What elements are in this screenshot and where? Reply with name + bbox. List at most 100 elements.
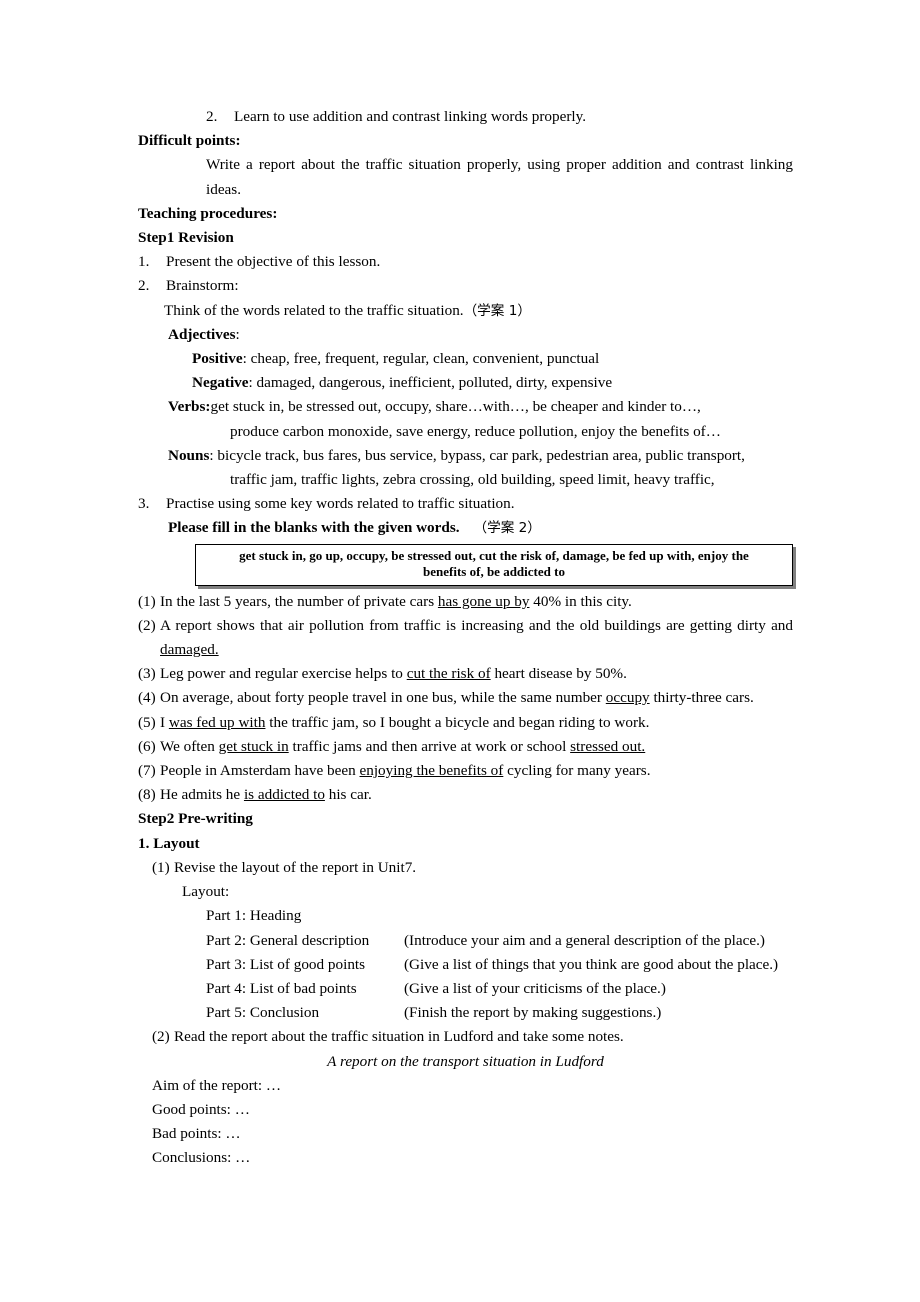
verbs-row: Verbs: get stuck in, be stressed out, oc…: [138, 395, 793, 419]
layout-part-name: Part 5: Conclusion: [206, 1004, 320, 1022]
layout-part-name: Part 4: List of bad points: [206, 979, 357, 997]
layout-part-name: Part 2: General description: [206, 931, 370, 949]
exercise-text-post: 40% in this city.: [529, 592, 632, 610]
word-bank-line-2: benefits of, be addicted to: [423, 564, 565, 580]
exercise-text-post: his car.: [324, 786, 372, 804]
nouns-label: Nouns: [168, 446, 210, 464]
exercise-item: (3) Leg power and regular exercise helps …: [138, 662, 793, 686]
exercise-item: (6) We often get stuck in traffic jams an…: [138, 735, 793, 759]
list-item-number: (2): [152, 1028, 170, 1046]
list-item-number: 2.: [138, 277, 150, 295]
positive-value: : cheap, free, frequent, regular, clean,…: [242, 350, 600, 368]
exercise-list: (1) In the last 5 years, the number of pr…: [138, 590, 793, 808]
verbs-value-line1: get stuck in, be stressed out, occupy, s…: [210, 398, 701, 416]
word-bank-box: get stuck in, go up, occupy, be stressed…: [195, 543, 793, 586]
list-item-number: 2.: [206, 108, 218, 125]
layout-part-description: (Finish the report by making suggestions…: [404, 1004, 662, 1022]
report-note-line: Bad points: …: [152, 1125, 241, 1143]
list-item-text: Revise the layout of the report in Unit7…: [174, 858, 417, 876]
brainstorm-subline-cjk: （学案 1）: [463, 302, 531, 319]
exercise-number: (1): [138, 592, 156, 610]
list-item-text: Learn to use addition and contrast linki…: [234, 108, 587, 125]
positive-label: Positive: [192, 350, 243, 368]
exercise-text: In the last 5 years, the number of priva…: [160, 590, 793, 614]
fill-blanks-instruction: Please fill in the blanks with the given…: [168, 519, 460, 537]
exercise-answer: is addicted to: [243, 786, 325, 804]
list-item-number: 3.: [138, 495, 150, 513]
difficult-points-body: Write a report about the traffic situati…: [206, 156, 793, 198]
exercise-text-pre: He admits he: [160, 786, 244, 804]
teaching-procedures-heading: Teaching procedures:: [138, 204, 278, 222]
exercise-text-post: cycling for many years.: [503, 762, 651, 780]
exercise-answer: has gone up by: [437, 592, 530, 610]
negative-row: Negative: damaged, dangerous, inefficien…: [138, 371, 793, 395]
layout-part-name: Part 1: Heading: [206, 907, 302, 925]
report-title: A report on the transport situation in L…: [327, 1052, 604, 1070]
report-note-line: Aim of the report: …: [152, 1076, 282, 1094]
exercise-text-pre: We often: [160, 737, 219, 755]
list-item-text: Present the objective of this lesson.: [166, 253, 381, 271]
step1-item-2: 2. Brainstorm:: [138, 274, 793, 298]
layout-part-description: (Give a list of things that you think ar…: [404, 955, 779, 973]
exercise-item: (7) People in Amsterdam have been enjoyin…: [138, 759, 793, 783]
exercise-number: (2): [138, 616, 156, 634]
exercise-number: (5): [138, 713, 156, 731]
nouns-row: Nouns: bicycle track, bus fares, bus ser…: [138, 444, 793, 468]
exercise-text: Leg power and regular exercise helps to …: [160, 662, 793, 686]
layout-part: Part 5: Conclusion (Finish the report by …: [138, 1001, 793, 1025]
document-page: 2. Learn to use addition and contrast li…: [0, 0, 920, 1302]
brainstorm-subline: Think of the words related to the traffi…: [138, 299, 793, 323]
step1-heading: Step1 Revision: [138, 229, 234, 247]
positive-row: Positive: cheap, free, frequent, regular…: [138, 347, 793, 371]
exercise-text: I was fed up with the traffic jam, so I …: [160, 711, 793, 735]
exercise-text: People in Amsterdam have been enjoying t…: [160, 759, 793, 783]
exercise-number: (6): [138, 737, 156, 755]
exercise-number: (8): [138, 786, 156, 804]
exercise-text-pre: A report shows that air pollution from t…: [160, 616, 793, 634]
exercise-item: (2) A report shows that air pollution fro…: [138, 614, 793, 662]
nouns-value-line1: : bicycle track, bus fares, bus service,…: [209, 446, 745, 464]
exercise-text-pre: I: [160, 713, 169, 731]
exercise-number: (3): [138, 665, 156, 683]
exercise-item: (1) In the last 5 years, the number of pr…: [138, 590, 793, 614]
verbs-value-line2: produce carbon monoxide, save energy, re…: [230, 422, 721, 440]
step2-section1-heading: 1. Layout: [138, 834, 200, 852]
report-note-line: Conclusions: …: [152, 1149, 251, 1167]
report-notes-list: Aim of the report: … Good points: … Bad po…: [138, 1074, 793, 1171]
exercise-text-post: thirty-three cars.: [649, 689, 754, 707]
difficult-points-heading: Difficult points:: [138, 132, 241, 150]
brainstorm-subline-text: Think of the words related to the traffi…: [164, 301, 464, 319]
adjectives-label: Adjectives: [168, 325, 236, 343]
exercise-text: He admits he is addicted to his car.: [160, 783, 793, 807]
list-item-number: 1.: [138, 253, 150, 271]
exercise-item: (8) He admits he is addicted to his car.: [138, 783, 793, 807]
list-item-number: (1): [152, 858, 170, 876]
negative-value: : damaged, dangerous, inefficient, pollu…: [248, 374, 613, 392]
exercise-answer: was fed up with: [168, 713, 266, 731]
exercise-answer: cut the risk of: [406, 665, 491, 683]
exercise-item: (4) On average, about forty people travel…: [138, 686, 793, 710]
step2-heading: Step2 Pre-writing: [138, 810, 253, 828]
report-note-line: Good points: …: [152, 1100, 250, 1118]
exercise-answer: get stuck in: [218, 737, 289, 755]
layout-part: Part 4: List of bad points (Give a list o…: [138, 977, 793, 1001]
layout-label: Layout:: [182, 883, 230, 901]
exercise-number: (7): [138, 762, 156, 780]
step1-item-1: 1. Present the objective of this lesson.: [138, 250, 793, 274]
word-bank-container: get stuck in, go up, occupy, be stressed…: [138, 543, 793, 586]
list-item: 2. Learn to use addition and contrast li…: [138, 105, 793, 129]
exercise-text: On average, about forty people travel in…: [160, 686, 793, 710]
step1-item-3: 3. Practise using some key words related…: [138, 492, 793, 516]
adjectives-label-row: Adjectives:: [138, 323, 793, 347]
list-item-text: Read the report about the traffic situat…: [174, 1028, 624, 1046]
exercise-text: A report shows that air pollution from t…: [160, 614, 793, 662]
exercise-text-pre: In the last 5 years, the number of priva…: [160, 592, 438, 610]
exercise-text-post: the traffic jam, so I bought a bicycle a…: [265, 713, 650, 731]
layout-part-description: (Introduce your aim and a general descri…: [404, 931, 765, 949]
layout-part: Part 3: List of good points (Give a list …: [138, 953, 793, 977]
fill-blanks-instruction-cjk: （学案 2）: [473, 520, 541, 537]
list-item-text: Brainstorm:: [166, 277, 239, 295]
exercise-text-post: traffic jams and then arrive at work or …: [288, 737, 571, 755]
nouns-value-line2: traffic jam, traffic lights, zebra cross…: [230, 471, 715, 489]
fill-blanks-instruction-row: Please fill in the blanks with the given…: [138, 516, 793, 540]
